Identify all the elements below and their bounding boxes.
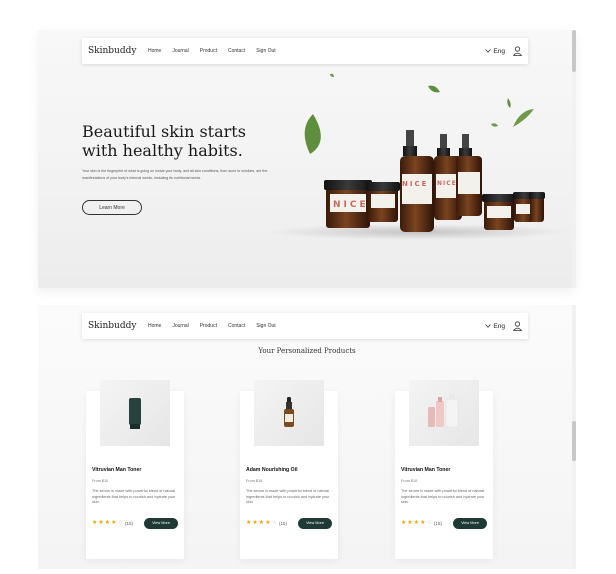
hero-product-image: NICE NICE NICE xyxy=(268,73,568,240)
product-card[interactable]: Adam Nourishing Oil From $18 The serum i… xyxy=(240,380,338,559)
product-name[interactable]: Adam Nourishing Oil xyxy=(246,467,298,473)
product-card[interactable]: Vitruvian Man Toner From $10 The serum i… xyxy=(86,380,184,559)
navbar: Skinbuddy Home Journal Product Contact S… xyxy=(82,38,528,64)
card-footer: ★ ★ ★ ★ ☆ (15) View More xyxy=(401,517,487,529)
star-icon: ★ xyxy=(413,520,420,526)
rating-stars: ★ ★ ★ ★ ☆ xyxy=(401,520,432,526)
nav-link-product[interactable]: Product xyxy=(200,48,217,54)
card-footer: ★ ★ ★ ★ ☆ (15) View More xyxy=(92,517,178,529)
product-price: From $10 xyxy=(401,479,418,483)
nav-link-sign-out[interactable]: Sign Out xyxy=(256,323,275,329)
product-name[interactable]: Vitruvian Man Toner xyxy=(92,467,141,473)
nav-right: Eng xyxy=(485,321,522,331)
hero-title: Beautiful skin starts with healthy habit… xyxy=(82,122,246,160)
nav-link-journal[interactable]: Journal xyxy=(172,48,188,54)
rating-stars: ★ ★ ★ ★ ☆ xyxy=(246,520,277,526)
view-more-button[interactable]: View More xyxy=(453,517,487,529)
star-empty-icon: ☆ xyxy=(117,520,123,526)
chevron-down-icon xyxy=(485,49,492,53)
product-description: The serum is made with powerful blend of… xyxy=(92,489,176,504)
view-more-button[interactable]: View More xyxy=(144,517,178,529)
scrollbar-thumb[interactable] xyxy=(572,421,576,461)
language-label: Eng xyxy=(493,47,505,55)
nav-links: Home Journal Product Contact Sign Out xyxy=(148,323,276,329)
rating-stars: ★ ★ ★ ★ ☆ xyxy=(92,520,123,526)
leaf-icon xyxy=(304,114,321,154)
nav-link-product[interactable]: Product xyxy=(200,323,217,329)
language-label: Eng xyxy=(493,322,505,330)
svg-text:NICE: NICE xyxy=(437,180,457,187)
star-icon: ★ xyxy=(401,520,407,526)
star-icon: ★ xyxy=(420,520,426,526)
leaf-icon xyxy=(491,123,498,127)
star-icon: ★ xyxy=(246,520,252,526)
star-icon: ★ xyxy=(265,520,271,526)
dropper-bottle-icon xyxy=(284,397,294,427)
product-price: From $18 xyxy=(246,479,263,483)
section-title: Your Personalized Products xyxy=(258,347,356,355)
product-set-icon xyxy=(428,394,459,428)
nav-right: Eng xyxy=(485,46,522,56)
card-footer: ★ ★ ★ ★ ☆ (15) View More xyxy=(246,517,332,529)
nav-link-journal[interactable]: Journal xyxy=(172,323,188,329)
logo[interactable]: Skinbuddy xyxy=(88,321,148,331)
learn-more-button[interactable]: Learn More xyxy=(82,200,142,215)
logo[interactable]: Skinbuddy xyxy=(88,46,148,56)
view-more-button[interactable]: View More xyxy=(298,517,332,529)
product-image[interactable] xyxy=(100,380,170,446)
tube-bottle-icon xyxy=(129,398,141,429)
hero-screen: Skinbuddy Home Journal Product Contact S… xyxy=(38,30,576,288)
leaf-icon xyxy=(428,85,440,93)
product-price: From $10 xyxy=(92,479,109,483)
nav-link-home[interactable]: Home xyxy=(148,48,161,54)
star-icon: ★ xyxy=(98,520,104,526)
nav-link-contact[interactable]: Contact xyxy=(228,48,245,54)
product-description: The serum is made with powerful blend of… xyxy=(246,489,330,504)
navbar: Skinbuddy Home Journal Product Contact S… xyxy=(82,313,528,339)
leaf-icon xyxy=(513,109,534,127)
review-count: (15) xyxy=(433,520,442,526)
scrollbar[interactable] xyxy=(572,305,576,569)
product-card[interactable]: Vitruvian Man Toner From $10 The serum i… xyxy=(395,380,493,559)
user-icon[interactable] xyxy=(513,46,522,56)
leaf-icon xyxy=(330,73,334,77)
nav-links: Home Journal Product Contact Sign Out xyxy=(148,48,276,54)
star-icon: ★ xyxy=(111,520,117,526)
chevron-down-icon xyxy=(485,324,492,328)
language-selector[interactable]: Eng xyxy=(485,48,505,55)
review-count: (15) xyxy=(278,520,287,526)
language-selector[interactable]: Eng xyxy=(485,323,505,330)
star-icon: ★ xyxy=(258,520,265,526)
nav-link-home[interactable]: Home xyxy=(148,323,161,329)
product-description: The serum is made with powerful blend of… xyxy=(401,489,485,504)
product-name[interactable]: Vitruvian Man Toner xyxy=(401,467,450,473)
nav-link-sign-out[interactable]: Sign Out xyxy=(256,48,275,54)
product-image[interactable] xyxy=(409,380,479,446)
star-icon: ★ xyxy=(104,520,111,526)
star-icon: ★ xyxy=(407,520,413,526)
user-icon[interactable] xyxy=(513,321,522,331)
hero-description: Your skin is the fingerprint of what is … xyxy=(82,169,268,180)
star-empty-icon: ☆ xyxy=(271,520,277,526)
leaf-icon xyxy=(507,98,511,108)
nav-link-contact[interactable]: Contact xyxy=(228,323,245,329)
svg-text:NICE: NICE xyxy=(333,200,369,210)
products-screen: Skinbuddy Home Journal Product Contact S… xyxy=(38,305,576,569)
star-icon: ★ xyxy=(252,520,258,526)
scrollbar[interactable] xyxy=(572,30,576,288)
scrollbar-thumb[interactable] xyxy=(572,30,576,72)
svg-text:NICE: NICE xyxy=(402,180,428,188)
product-image[interactable] xyxy=(254,380,324,446)
star-icon: ★ xyxy=(92,520,98,526)
star-empty-icon: ☆ xyxy=(426,520,432,526)
review-count: (15) xyxy=(124,520,133,526)
